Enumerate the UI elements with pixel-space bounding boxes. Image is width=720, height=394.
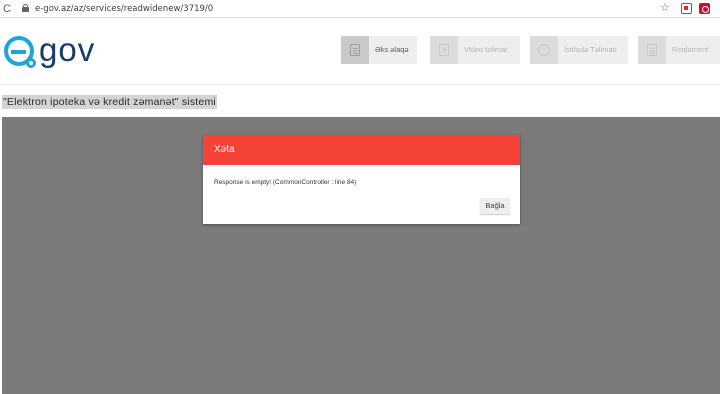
dialog-title: Xəta (214, 144, 235, 155)
info-icon: i (538, 44, 550, 56)
video-icon (439, 44, 449, 56)
nav-label: Reqlament (672, 45, 709, 54)
lock-icon[interactable] (22, 4, 29, 12)
egov-logo[interactable]: gov (4, 31, 94, 70)
bookmark-star-icon[interactable]: ☆ (660, 1, 670, 15)
address-bar[interactable]: e-gov.az/az/services/readwidenew/3719/0 (35, 3, 213, 15)
page-title: "Elektron ipoteka və kredit zəmanət" sis… (2, 95, 217, 109)
nav-label: İstifadə Təlimatı (564, 45, 617, 54)
header-divider (0, 84, 720, 85)
reload-icon[interactable]: C (3, 2, 11, 16)
nav-label: Video təlimat (464, 45, 508, 54)
nav-label: Əks əlaqə (375, 45, 409, 54)
document-icon (647, 44, 657, 56)
extension-icon[interactable] (699, 3, 710, 14)
error-dialog-header: Xəta (203, 135, 520, 165)
logo-text: gov (39, 31, 96, 68)
close-button[interactable]: Bağla (480, 198, 510, 214)
feedback-doc-icon (350, 44, 360, 56)
error-message: Response is empty! (CommonController : l… (214, 179, 357, 186)
error-dialog: Xəta Response is empty! (CommonControlle… (203, 135, 520, 224)
extension-icon[interactable] (681, 3, 692, 14)
browser-toolbar: C e-gov.az/az/services/readwidenew/3719/… (0, 0, 720, 18)
